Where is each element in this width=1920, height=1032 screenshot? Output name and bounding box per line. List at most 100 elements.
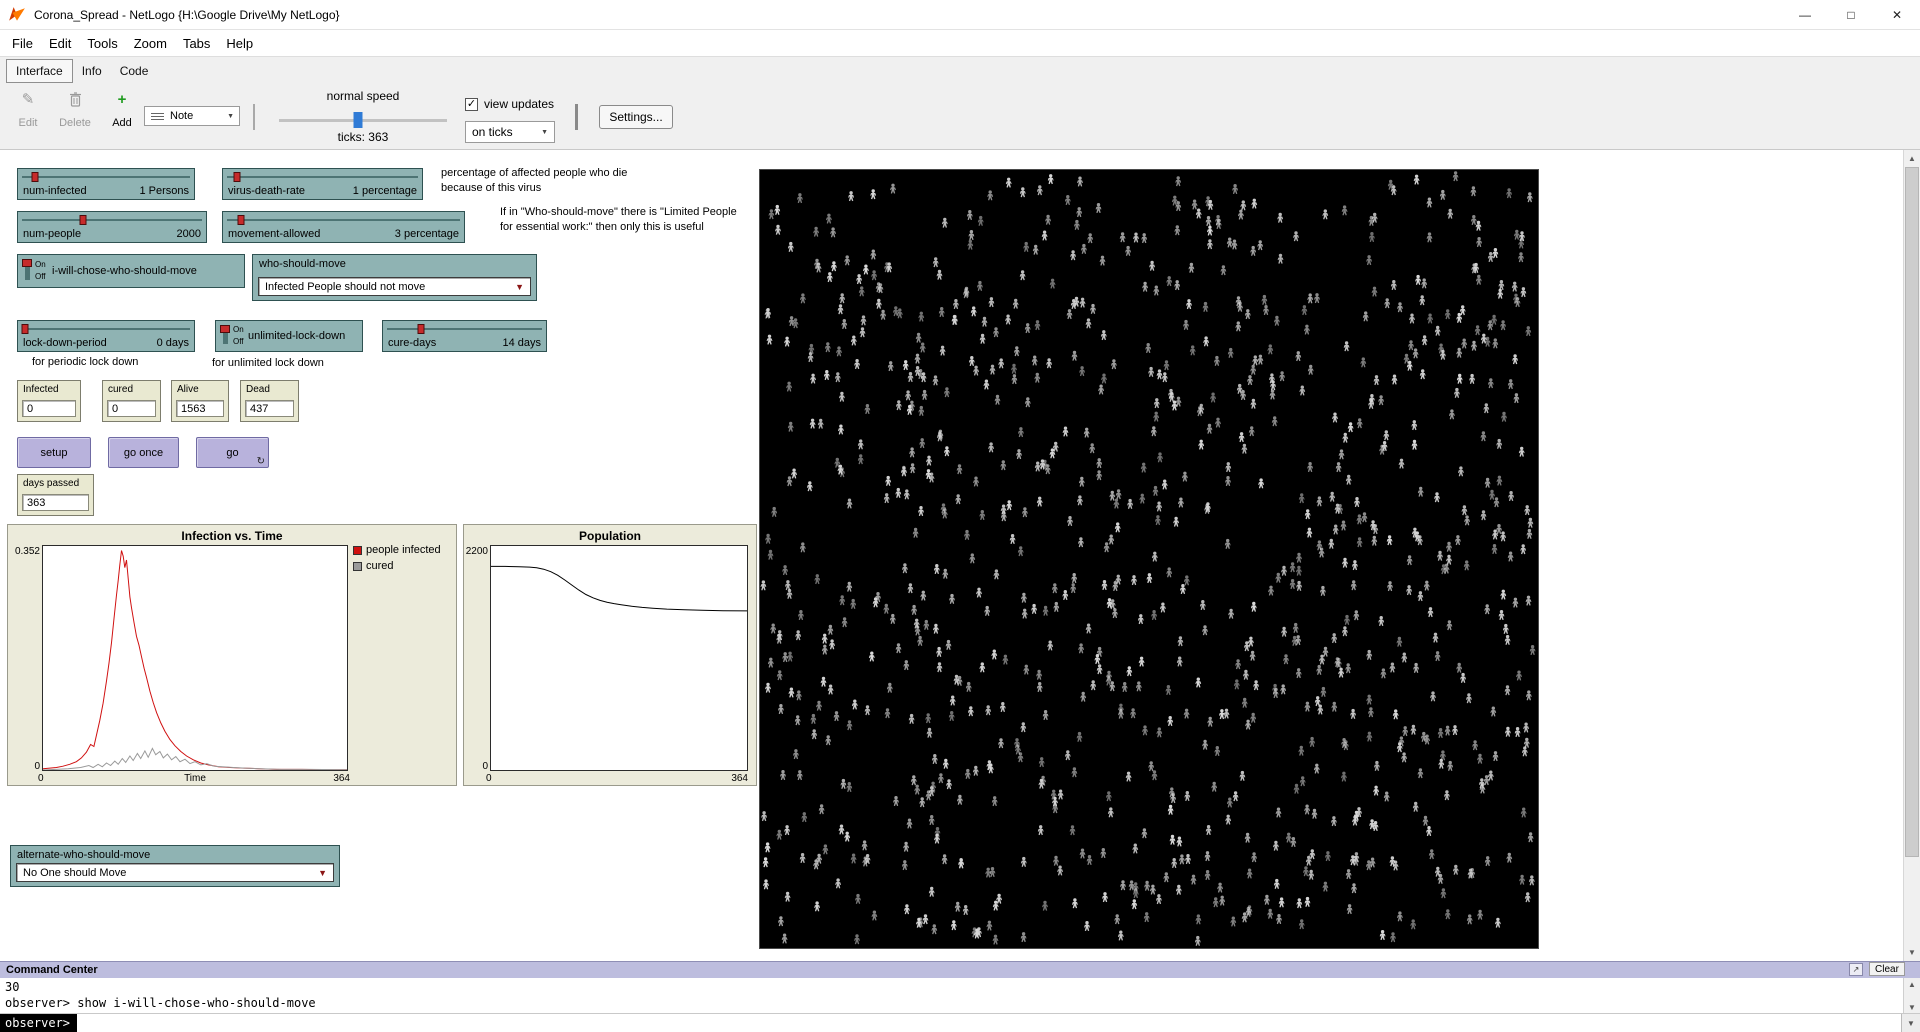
switch-unlimited-lock-down[interactable]: On Off unlimited-lock-down	[215, 320, 363, 352]
slider-value: 2000	[177, 228, 201, 240]
main-scrollbar[interactable]: ▲ ▼	[1903, 150, 1920, 961]
command-scrollbar[interactable]: ▲ ▼	[1903, 978, 1920, 1013]
chooser-who-should-move[interactable]: who-should-move Infected People should n…	[252, 254, 537, 301]
note-line: If in "Who-should-move" there is "Limite…	[500, 205, 737, 220]
switch-i-will-chose-who-should-move[interactable]: On Off i-will-chose-who-should-move	[17, 254, 245, 288]
legend-swatch-infected	[353, 546, 362, 555]
view-updates-checkbox[interactable]: ✓	[465, 98, 478, 111]
slider-track[interactable]	[387, 323, 542, 334]
update-mode-dropdown[interactable]: on ticks ▼	[465, 121, 555, 143]
scroll-down-icon[interactable]: ▼	[1904, 1001, 1920, 1013]
menu-tools[interactable]: Tools	[79, 32, 125, 55]
y-axis-min-label: 0	[10, 761, 40, 772]
menu-help[interactable]: Help	[218, 32, 261, 55]
monitor-value: 0	[107, 400, 156, 417]
speed-slider-track[interactable]	[279, 119, 447, 122]
go-button[interactable]: go ↻	[196, 437, 269, 468]
tab-interface[interactable]: Interface	[6, 59, 73, 83]
plot-infection-vs-time: Infection vs. Time 0.352 0 0 Time 364 pe…	[7, 524, 457, 786]
monitor-value: 1563	[176, 400, 224, 417]
population-plot-canvas	[491, 546, 747, 770]
close-icon[interactable]: ✕	[1874, 0, 1920, 30]
menu-edit[interactable]: Edit	[41, 32, 79, 55]
export-icon[interactable]: ↗	[1849, 963, 1863, 976]
monitor-value: 0	[22, 400, 76, 417]
legend-swatch-cured	[353, 562, 362, 571]
slider-track[interactable]	[227, 214, 460, 225]
clear-button[interactable]: Clear	[1869, 962, 1905, 976]
slider-track[interactable]	[22, 171, 190, 182]
chooser-selectbox[interactable]: No One should Move ▼	[16, 863, 334, 882]
add-button[interactable]: + Add	[104, 92, 140, 129]
setup-button-label: setup	[41, 447, 68, 459]
plot-title: Population	[464, 529, 756, 543]
slider-track[interactable]	[22, 323, 190, 334]
switch-toggle[interactable]	[223, 327, 228, 344]
plot-area	[42, 545, 348, 771]
slider-virus-death-rate[interactable]: virus-death-rate1 percentage	[222, 168, 423, 200]
settings-button[interactable]: Settings...	[599, 105, 673, 129]
world-view[interactable]	[759, 169, 1539, 949]
scroll-down-icon[interactable]: ▼	[1904, 944, 1920, 961]
edit-button[interactable]: ✎ Edit	[8, 92, 48, 129]
menu-bar: File Edit Tools Zoom Tabs Help	[0, 30, 1920, 56]
switch-handle[interactable]	[22, 259, 32, 267]
minimize-icon[interactable]: —	[1782, 0, 1828, 30]
menu-zoom[interactable]: Zoom	[126, 32, 175, 55]
chooser-selectbox[interactable]: Infected People should not move ▼	[258, 277, 531, 296]
go-once-button[interactable]: go once	[108, 437, 179, 468]
setup-button[interactable]: setup	[17, 437, 91, 468]
monitor-dead: Dead 437	[240, 380, 299, 422]
slider-handle[interactable]	[80, 215, 87, 225]
chevron-down-icon: ▼	[318, 868, 327, 878]
switch-off-label: Off	[233, 336, 244, 348]
delete-button[interactable]: Delete	[52, 92, 98, 129]
command-output[interactable]: 30 observer> show i-will-chose-who-shoul…	[0, 978, 1903, 1013]
slider-handle[interactable]	[418, 324, 425, 334]
scroll-up-icon[interactable]: ▲	[1904, 150, 1920, 167]
slider-lock-down-period[interactable]: lock-down-period0 days	[17, 320, 195, 352]
command-center-header: Command Center	[0, 961, 1920, 978]
widget-type-dropdown[interactable]: Note ▼	[144, 106, 240, 126]
note-widget-icon	[150, 111, 165, 122]
speed-slider-thumb[interactable]	[353, 112, 362, 128]
slider-handle[interactable]	[32, 172, 39, 182]
movement-note: If in "Who-should-move" there is "Limite…	[500, 205, 737, 235]
tab-code[interactable]: Code	[111, 60, 158, 82]
slider-handle[interactable]	[233, 172, 240, 182]
slider-label: num-people	[23, 228, 81, 240]
monitor-label: Infected	[23, 384, 59, 395]
slider-track[interactable]	[22, 214, 202, 225]
monitor-alive: Alive 1563	[171, 380, 229, 422]
menu-file[interactable]: File	[4, 32, 41, 55]
switch-label: i-will-chose-who-should-move	[52, 265, 197, 277]
toolbar: ✎ Edit Delete + Add Note ▼ normal speed …	[0, 84, 1920, 150]
menu-tabs[interactable]: Tabs	[175, 32, 218, 55]
chooser-label: alternate-who-should-move	[17, 849, 150, 861]
slider-num-infected[interactable]: num-infected1 Persons	[17, 168, 195, 200]
netlogo-logo-icon	[8, 6, 26, 24]
chooser-alternate-who-should-move[interactable]: alternate-who-should-move No One should …	[10, 845, 340, 887]
tab-info[interactable]: Info	[73, 60, 111, 82]
switch-on-label: On	[233, 324, 244, 336]
slider-track[interactable]	[227, 171, 418, 182]
command-input[interactable]	[77, 1014, 1901, 1032]
slider-num-people[interactable]: num-people 2000	[17, 211, 207, 243]
command-history-icon[interactable]: ▼	[1901, 1014, 1920, 1032]
view-updates-label: view updates	[484, 97, 554, 111]
switch-toggle[interactable]	[25, 261, 30, 280]
monitor-value: 437	[245, 400, 294, 417]
chevron-down-icon: ▼	[515, 282, 524, 292]
go-once-button-label: go once	[124, 447, 163, 459]
slider-movement-allowed[interactable]: movement-allowed3 percentage	[222, 211, 465, 243]
toolbar-separator	[253, 104, 255, 130]
slider-handle[interactable]	[237, 215, 244, 225]
scrollbar-thumb[interactable]	[1905, 167, 1919, 857]
maximize-icon[interactable]: □	[1828, 0, 1874, 30]
slider-cure-days[interactable]: cure-days14 days	[382, 320, 547, 352]
edit-button-label: Edit	[19, 117, 38, 129]
scroll-up-icon[interactable]: ▲	[1904, 978, 1920, 990]
switch-handle[interactable]	[220, 325, 230, 333]
speed-slider[interactable]	[279, 112, 447, 128]
slider-handle[interactable]	[22, 324, 29, 334]
